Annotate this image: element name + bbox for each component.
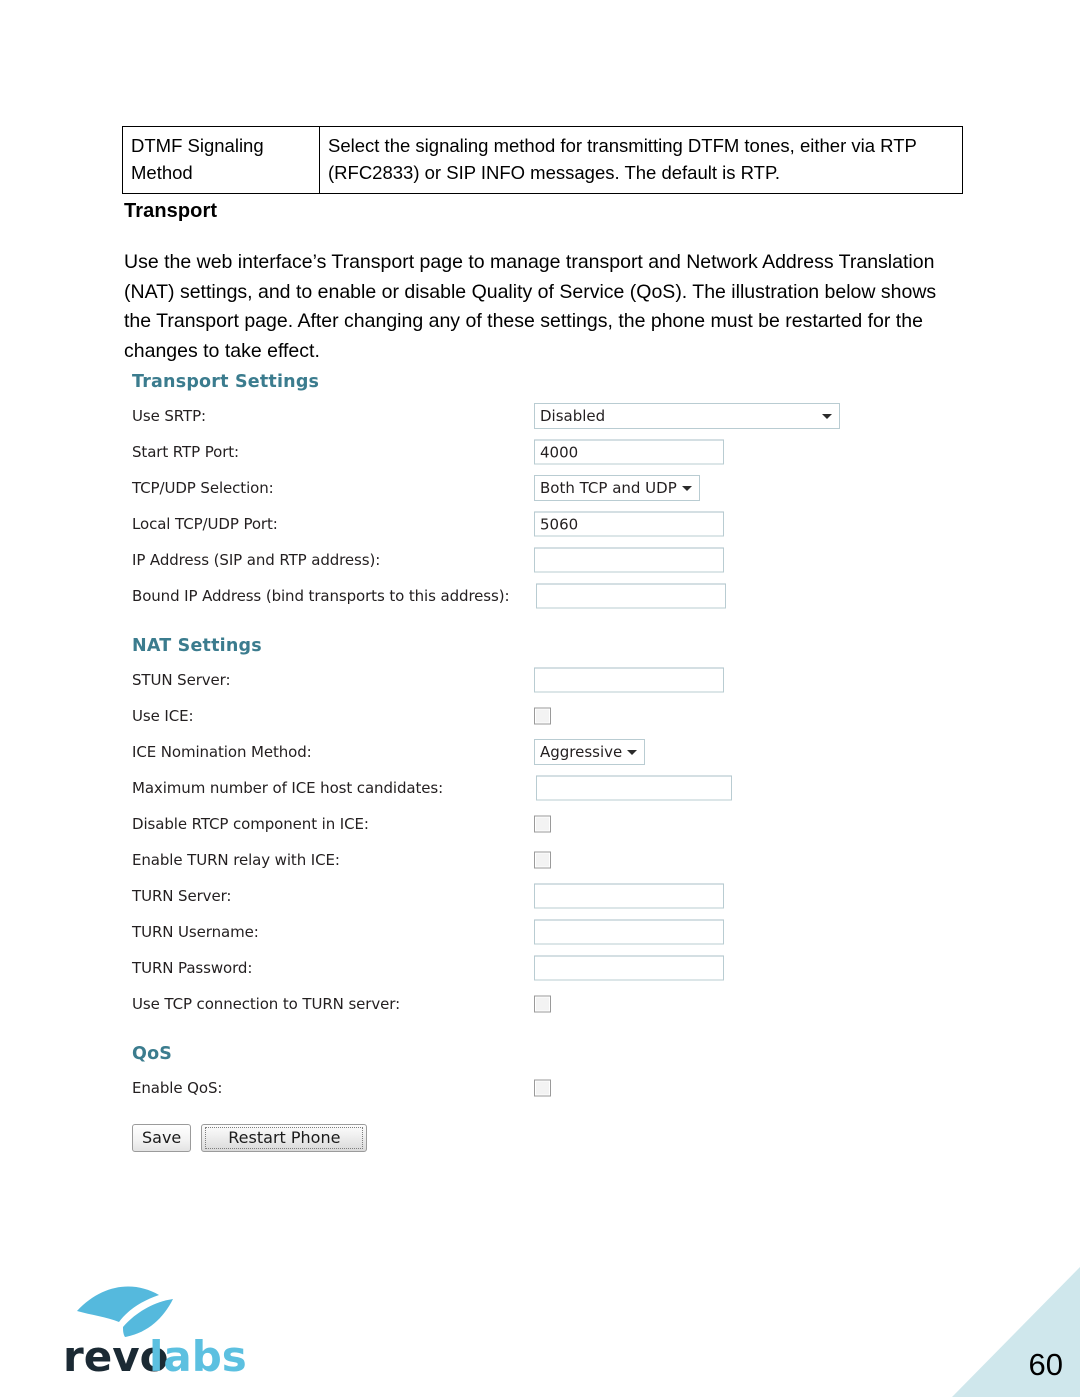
logo-text-light: labs	[149, 1332, 247, 1380]
chevron-down-icon	[822, 414, 832, 419]
field-label: TURN Username:	[132, 923, 259, 941]
body-paragraph: Use the web interface’s Transport page t…	[124, 251, 937, 362]
field-label: Maximum number of ICE host candidates:	[132, 779, 444, 797]
chevron-down-icon	[627, 750, 638, 755]
table-cell-description: Select the signaling method for transmit…	[319, 126, 963, 194]
field-ip-address: IP Address (SIP and RTP address):	[132, 542, 892, 578]
control-slot: Aggressive	[534, 739, 646, 765]
control-slot	[534, 851, 551, 869]
field-label: ICE Nomination Method:	[132, 743, 312, 761]
page-number: 60	[1028, 1347, 1063, 1382]
field-label: Bound IP Address (bind transports to thi…	[132, 587, 510, 605]
turn-server-input[interactable]	[534, 883, 724, 909]
field-label: Start RTP Port:	[132, 443, 240, 461]
field-disable-rtcp-in-ice: Disable RTCP component in ICE:	[132, 806, 892, 842]
field-enable-qos: Enable QoS:	[132, 1070, 892, 1106]
enable-turn-relay-checkbox[interactable]	[534, 851, 551, 869]
control-slot	[534, 439, 724, 465]
field-label: Local TCP/UDP Port:	[132, 515, 278, 533]
turn-username-input[interactable]	[534, 919, 724, 945]
field-max-ice-host-candidates: Maximum number of ICE host candidates:	[132, 770, 892, 806]
table-cell-term: DTMF Signaling Method	[122, 126, 320, 194]
control-slot	[536, 583, 726, 609]
use-srtp-select[interactable]: Disabled	[534, 403, 840, 429]
restart-phone-button[interactable]: Restart Phone	[201, 1124, 368, 1152]
use-tcp-to-turn-checkbox[interactable]	[534, 995, 551, 1013]
field-label: TURN Password:	[132, 959, 253, 977]
control-slot	[534, 1079, 551, 1097]
control-slot	[534, 511, 724, 537]
control-slot	[534, 707, 551, 725]
control-slot	[534, 883, 724, 909]
nat-settings-title: NAT Settings	[132, 636, 262, 656]
select-value: Disabled	[540, 407, 606, 425]
local-tcp-udp-port-input[interactable]	[534, 511, 724, 537]
page-corner: 60	[952, 1267, 1080, 1397]
field-label: IP Address (SIP and RTP address):	[132, 551, 381, 569]
enable-qos-checkbox[interactable]	[534, 1079, 551, 1097]
field-label: Enable TURN relay with ICE:	[132, 851, 340, 869]
field-bound-ip-address: Bound IP Address (bind transports to thi…	[132, 578, 892, 614]
control-slot	[534, 919, 724, 945]
revolabs-logo: revo labs	[63, 1275, 253, 1381]
field-use-srtp: Use SRTP: Disabled	[132, 398, 892, 434]
field-tcp-udp-selection: TCP/UDP Selection: Both TCP and UDP	[132, 470, 892, 506]
field-label: Enable QoS:	[132, 1079, 223, 1097]
field-turn-password: TURN Password:	[132, 950, 892, 986]
transport-page-illustration: Transport Settings Use SRTP: Disabled St…	[132, 372, 892, 1152]
page-title: Transport	[124, 200, 218, 222]
field-turn-username: TURN Username:	[132, 914, 892, 950]
transport-settings-title: Transport Settings	[132, 372, 320, 392]
field-turn-server: TURN Server:	[132, 878, 892, 914]
control-slot	[534, 667, 724, 693]
control-slot	[536, 775, 732, 801]
form-actions: Save Restart Phone	[132, 1124, 892, 1152]
control-slot	[534, 955, 724, 981]
field-label: Disable RTCP component in ICE:	[132, 815, 369, 833]
field-label: STUN Server:	[132, 671, 231, 689]
field-use-tcp-to-turn: Use TCP connection to TURN server:	[132, 986, 892, 1022]
qos-title: QoS	[132, 1044, 173, 1064]
control-slot: Both TCP and UDP	[534, 475, 700, 501]
stun-server-input[interactable]	[534, 667, 724, 693]
control-slot	[534, 995, 551, 1013]
tcp-udp-selection-select[interactable]: Both TCP and UDP	[534, 475, 700, 501]
field-label: TURN Server:	[132, 887, 232, 905]
table-row: DTMF Signaling Method Select the signali…	[122, 126, 963, 194]
field-start-rtp-port: Start RTP Port:	[132, 434, 892, 470]
start-rtp-port-input[interactable]	[534, 439, 724, 465]
field-label: Use ICE:	[132, 707, 194, 725]
bound-ip-address-input[interactable]	[536, 583, 726, 609]
restart-phone-label: Restart Phone	[228, 1128, 341, 1147]
use-ice-checkbox[interactable]	[534, 707, 551, 725]
max-ice-host-candidates-input[interactable]	[536, 775, 732, 801]
field-stun-server: STUN Server:	[132, 662, 892, 698]
field-label: Use SRTP:	[132, 407, 207, 425]
turn-password-input[interactable]	[534, 955, 724, 981]
select-value: Both TCP and UDP	[540, 479, 677, 497]
chevron-down-icon	[681, 486, 692, 491]
field-label: Use TCP connection to TURN server:	[132, 995, 401, 1013]
field-enable-turn-relay: Enable TURN relay with ICE:	[132, 842, 892, 878]
ice-nomination-method-select[interactable]: Aggressive	[534, 739, 646, 765]
definition-table: DTMF Signaling Method Select the signali…	[122, 126, 963, 194]
control-slot	[534, 547, 724, 573]
ip-address-input[interactable]	[534, 547, 724, 573]
field-label: TCP/UDP Selection:	[132, 479, 274, 497]
save-button[interactable]: Save	[132, 1124, 192, 1152]
control-slot: Disabled	[534, 403, 840, 429]
disable-rtcp-in-ice-checkbox[interactable]	[534, 815, 551, 833]
select-value: Aggressive	[540, 743, 623, 761]
field-use-ice: Use ICE:	[132, 698, 892, 734]
control-slot	[534, 815, 551, 833]
field-local-tcp-udp-port: Local TCP/UDP Port:	[132, 506, 892, 542]
field-ice-nomination-method: ICE Nomination Method: Aggressive	[132, 734, 892, 770]
